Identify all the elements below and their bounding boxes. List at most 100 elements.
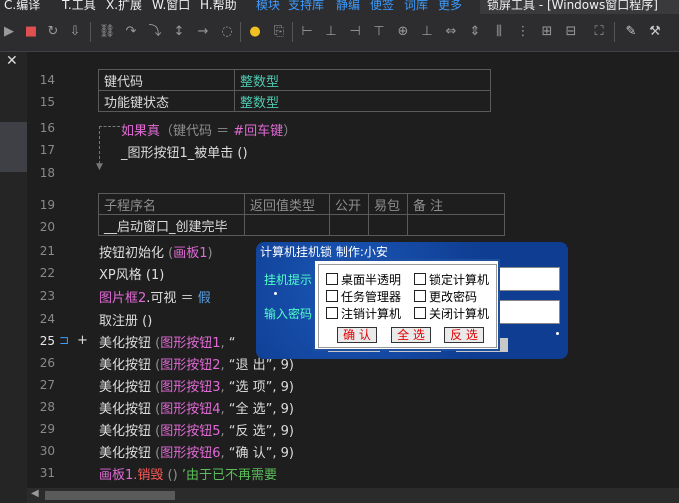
build-icon[interactable]: ⇩ — [66, 23, 84, 41]
menu-bar: C.编译 T.工具 X.扩展 W.窗口 H.帮助 模块 支持库 静编 便签 词库… — [0, 0, 679, 14]
equal-height-icon[interactable]: ⇕ — [466, 23, 484, 41]
checkbox-change-password[interactable]: 更改密码 — [414, 288, 477, 305]
equal-width-icon[interactable]: ⇔ — [442, 23, 460, 41]
select-all-button[interactable]: 全 选 — [391, 327, 431, 343]
grid-icon[interactable]: ⊟ — [562, 23, 580, 41]
table-cell[interactable]: 整数型 — [234, 69, 491, 91]
tools-icon[interactable]: ⚒ — [646, 23, 664, 41]
table-cell[interactable] — [407, 214, 505, 236]
align-bottom-icon[interactable]: ⊥ — [418, 23, 436, 41]
menu-extend[interactable]: X.扩展 — [106, 0, 142, 13]
code-line-22[interactable]: XP风格 (1) — [99, 264, 164, 283]
side-panel: ✕ — [0, 52, 27, 503]
method-call: .销毁 — [133, 468, 164, 483]
breakpoint-marker-icon[interactable]: ⊐ — [59, 333, 69, 347]
table-cell[interactable] — [244, 214, 330, 236]
close-icon[interactable]: ✕ — [6, 53, 18, 69]
link-lexicon[interactable]: 词库 — [404, 0, 428, 13]
code-text: （键代码 ＝ — [160, 124, 234, 139]
breakpoint-icon[interactable]: ◌ — [218, 23, 236, 41]
code-text: “确 认”, 9) — [228, 446, 294, 461]
table-cell[interactable]: 键代码 — [98, 69, 235, 91]
lightbulb-icon[interactable]: ● — [246, 23, 264, 41]
invert-select-button[interactable]: 反 选 — [444, 327, 484, 343]
code-text: ( — [151, 380, 161, 395]
hint-label: 挂机提示 — [264, 273, 313, 287]
password-input[interactable] — [494, 300, 560, 324]
confirm-button[interactable]: 确 认 — [337, 327, 377, 343]
chain-break-icon[interactable]: ⤵ — [146, 23, 164, 41]
align-middle-icon[interactable]: ⊕ — [394, 23, 412, 41]
center-h-icon[interactable]: ⫼ — [490, 23, 508, 41]
code-comment: ’由于已不再需要 — [181, 468, 277, 483]
code-line-24[interactable]: 取注册 () — [99, 310, 152, 329]
stop-icon[interactable]: ■ — [22, 23, 40, 41]
code-text: () — [163, 468, 182, 483]
code-line-25[interactable]: 美化按钮 (图形按钮1, “ — [99, 332, 236, 351]
table-cell[interactable] — [368, 214, 408, 236]
link-more[interactable]: 更多 — [438, 0, 462, 13]
checkbox-desktop-translucent[interactable]: 桌面半透明 — [326, 271, 401, 288]
pen-icon[interactable]: ✎ — [622, 23, 640, 41]
object-ref: 图形按钮1 — [160, 336, 221, 351]
table-cell[interactable]: 功能键状态 — [98, 90, 235, 112]
menu-window[interactable]: W.窗口 — [152, 0, 190, 13]
play-icon[interactable]: ▶ — [0, 23, 18, 41]
hint-input[interactable] — [494, 267, 560, 291]
code-text: , — [220, 402, 229, 417]
code-text: .可视 ＝ — [146, 291, 198, 306]
horizontal-scrollbar[interactable]: ◀ — [27, 488, 679, 503]
code-text: , — [220, 446, 229, 461]
menu-tools[interactable]: T.工具 — [62, 0, 96, 13]
code-line-30[interactable]: 美化按钮 (图形按钮6, “确 认”, 9) — [99, 442, 294, 461]
panel-selection[interactable] — [0, 122, 27, 172]
spacing-icon[interactable]: ⊞ — [538, 23, 556, 41]
arrow-right-icon[interactable]: → — [194, 23, 212, 41]
center-v-icon[interactable]: ⋮ — [514, 23, 532, 41]
code-line-29[interactable]: 美化按钮 (图形按钮5, “反 选”, 9) — [99, 420, 294, 439]
fit-icon[interactable]: ⛶ — [590, 23, 608, 41]
menu-help[interactable]: H.帮助 — [200, 0, 237, 13]
code-line-23[interactable]: 图片框2.可视 ＝ 假 — [99, 287, 211, 306]
scroll-left-icon[interactable]: ◀ — [31, 488, 39, 499]
table-cell[interactable]: __启动窗口_创建完毕 — [98, 214, 245, 236]
code-line-31[interactable]: 画板1.销毁 () ’由于已不再需要 — [99, 464, 277, 483]
code-line-27[interactable]: 美化按钮 (图形按钮3, “选 项”, 9) — [99, 376, 294, 395]
table-cell[interactable] — [329, 214, 369, 236]
table-header-row: 子程序名 返回值类型 公开 易包 备 注 — [98, 193, 505, 215]
line-number: 17 — [39, 143, 55, 157]
code-text: _图形按钮1_被单击 () — [121, 146, 248, 161]
line-number: 27 — [39, 378, 55, 392]
table-cell[interactable]: 整数型 — [234, 90, 491, 112]
line-number: 24 — [39, 312, 55, 326]
arrow-down-icon[interactable]: ↕ — [170, 23, 188, 41]
options-popup[interactable]: 桌面半透明 锁定计算机 任务管理器 更改密码 注销计算机 关闭计算机 确 认 全… — [313, 259, 500, 351]
code-line-16[interactable]: 如果真（键代码 ＝ #回车键） — [121, 120, 296, 139]
code-text: , — [220, 336, 229, 351]
align-left-icon[interactable]: ⊢ — [298, 23, 316, 41]
checkbox-logoff[interactable]: 注销计算机 — [326, 305, 401, 322]
link-module[interactable]: 模块 — [256, 0, 280, 13]
align-right-icon[interactable]: ⊣ — [346, 23, 364, 41]
link-static[interactable]: 静编 — [336, 0, 360, 13]
checkbox-task-manager[interactable]: 任务管理器 — [326, 288, 401, 305]
variable-table: 键代码 整数型 功能键状态 整数型 — [98, 69, 491, 112]
align-top-icon[interactable]: ⊤ — [370, 23, 388, 41]
scroll-thumb[interactable] — [45, 491, 175, 500]
expand-plus-icon[interactable]: + — [77, 333, 88, 348]
link-notes[interactable]: 便签 — [370, 0, 394, 13]
bookmark-icon[interactable]: ⎘ — [270, 23, 288, 41]
link-icon[interactable]: ⛓ — [98, 23, 116, 41]
checkbox-lock-computer[interactable]: 锁定计算机 — [414, 271, 489, 288]
align-center-icon[interactable]: ⊥ — [322, 23, 340, 41]
chain-icon[interactable]: ↷ — [122, 23, 140, 41]
code-text: “退 出”, 9) — [228, 358, 294, 373]
code-line-17[interactable]: _图形按钮1_被单击 () — [121, 142, 248, 161]
link-support-lib[interactable]: 支持库 — [288, 0, 324, 13]
line-number: 29 — [39, 422, 55, 436]
code-line-28[interactable]: 美化按钮 (图形按钮4, “全 选”, 9) — [99, 398, 294, 417]
code-line-21[interactable]: 按钮初始化 (画板1) — [99, 242, 213, 261]
checkbox-shutdown[interactable]: 关闭计算机 — [414, 305, 489, 322]
menu-compile[interactable]: C.编译 — [4, 0, 40, 13]
step-icon[interactable]: ↻ — [44, 23, 62, 41]
